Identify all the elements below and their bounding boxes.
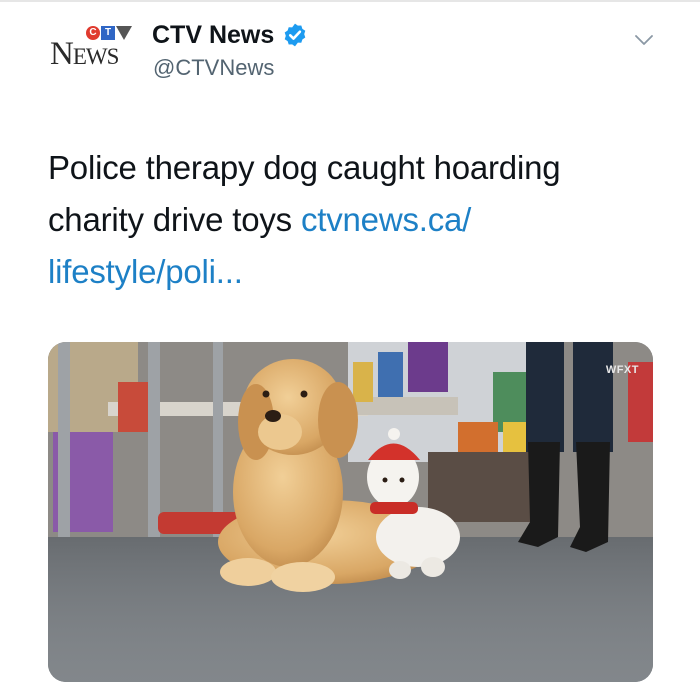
chevron-down-icon[interactable] — [632, 28, 656, 52]
avatar[interactable]: C T News — [48, 22, 136, 74]
account-handle[interactable]: @CTVNews — [153, 57, 274, 79]
top-divider — [0, 0, 700, 2]
account-name-label: CTV News — [152, 20, 275, 49]
tweet-text: Police therapy dog caught hoarding chari… — [48, 142, 658, 298]
ctv-logo-wordmark: News — [50, 36, 119, 72]
account-name[interactable]: CTV News — [152, 22, 308, 48]
photo-illustration — [48, 342, 653, 682]
media-watermark: WFXT — [605, 364, 639, 376]
tweet-media-photo[interactable]: WFXT — [48, 342, 653, 682]
verified-badge-icon — [284, 23, 306, 47]
ctv-logo-letter-v — [116, 26, 132, 40]
